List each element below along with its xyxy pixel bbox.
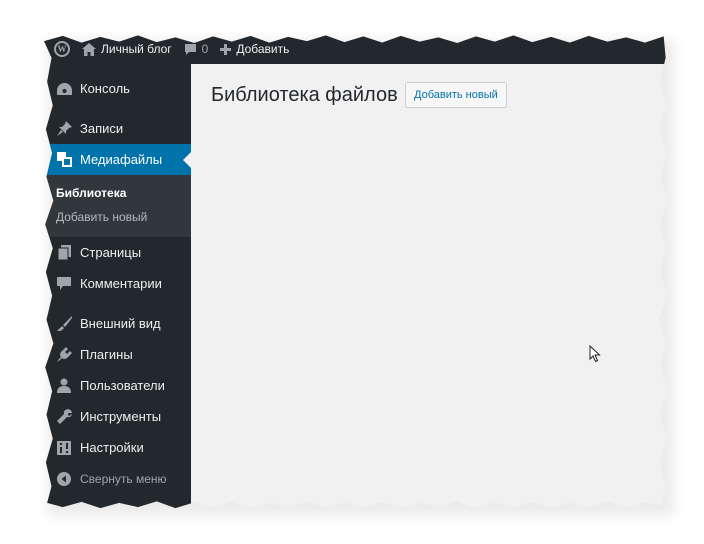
- menu-label: Комментарии: [80, 276, 162, 291]
- plus-icon: [220, 43, 232, 55]
- menu-item-settings[interactable]: Настройки: [44, 432, 191, 463]
- comments-link[interactable]: 0: [178, 35, 215, 64]
- settings-icon: [56, 440, 72, 456]
- menu-label: Инструменты: [80, 409, 162, 424]
- collapse-menu-label: Свернуть меню: [80, 471, 167, 486]
- menu-label: Настройки: [80, 440, 144, 455]
- plugin-icon: [56, 347, 72, 363]
- collapse-arrow-icon: [56, 471, 72, 487]
- pin-icon: [56, 121, 72, 137]
- screenshot-frame: W Личный блог 0 Добавить Консоль Записи …: [44, 35, 668, 509]
- menu-label: Пользователи: [80, 378, 165, 393]
- submenu-item-add-new[interactable]: Добавить новый: [44, 205, 191, 229]
- menu-label: Записи: [80, 121, 124, 136]
- menu-item-plugins[interactable]: Плагины: [44, 339, 191, 370]
- site-name-link[interactable]: Личный блог: [76, 35, 178, 64]
- add-new-media-button[interactable]: Добавить новый: [405, 82, 507, 108]
- comment-icon: [56, 276, 72, 292]
- menu-label: Внешний вид: [80, 316, 161, 331]
- menu-label: Страницы: [80, 245, 142, 260]
- users-icon: [56, 378, 72, 394]
- dashboard-icon: [56, 81, 72, 97]
- menu-item-tools[interactable]: Инструменты: [44, 401, 191, 432]
- wordpress-logo-icon: W: [54, 41, 70, 57]
- main-content: Библиотека файлов Добавить новый: [191, 64, 668, 509]
- menu-item-pages[interactable]: Страницы: [44, 237, 191, 268]
- admin-bar: W Личный блог 0 Добавить: [44, 35, 668, 64]
- pages-icon: [56, 245, 72, 261]
- new-content-button[interactable]: Добавить: [214, 35, 295, 64]
- mouse-cursor-icon: [589, 344, 601, 368]
- menu-label: Плагины: [80, 347, 133, 362]
- media-submenu: Библиотека Добавить новый: [44, 175, 191, 237]
- new-content-label: Добавить: [236, 42, 290, 56]
- menu-label: Консоль: [80, 81, 130, 96]
- menu-item-media[interactable]: Медиафайлы: [44, 144, 191, 175]
- site-name-label: Личный блог: [101, 42, 172, 56]
- media-icon: [56, 152, 72, 168]
- menu-label: Медиафайлы: [80, 152, 163, 167]
- submenu-item-library[interactable]: Библиотека: [44, 181, 191, 205]
- admin-sidebar: Консоль Записи Медиафайлы Библиотека Доб…: [44, 64, 191, 509]
- brush-icon: [56, 316, 72, 332]
- menu-item-dashboard[interactable]: Консоль: [44, 73, 191, 104]
- menu-item-users[interactable]: Пользователи: [44, 370, 191, 401]
- collapse-menu-button[interactable]: Свернуть меню: [44, 463, 191, 494]
- wrench-icon: [56, 409, 72, 425]
- comment-bubble-icon: [184, 43, 197, 56]
- menu-item-appearance[interactable]: Внешний вид: [44, 308, 191, 339]
- page-title: Библиотека файлов: [211, 84, 398, 106]
- home-icon: [82, 42, 96, 56]
- comments-count: 0: [201, 42, 209, 56]
- menu-item-comments[interactable]: Комментарии: [44, 268, 191, 299]
- menu-item-posts[interactable]: Записи: [44, 113, 191, 144]
